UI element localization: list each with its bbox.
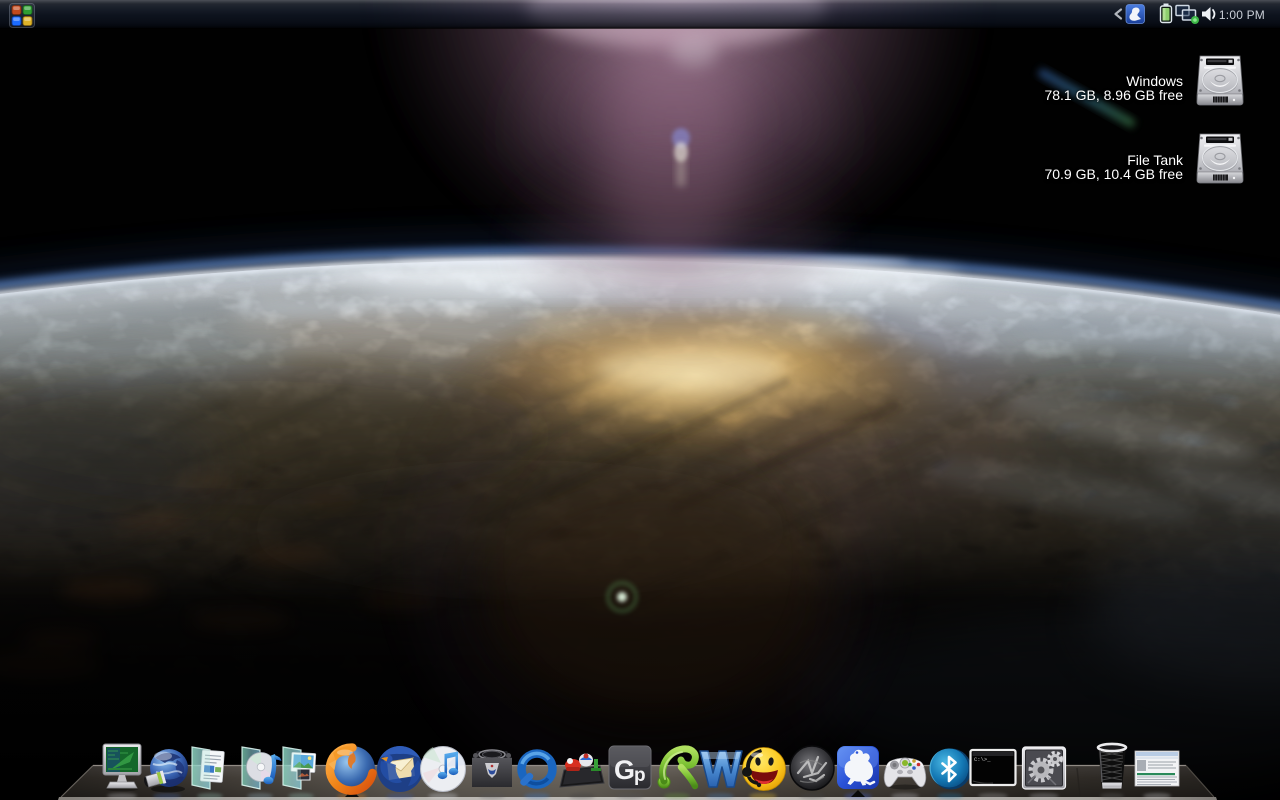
svg-text:p: p [634, 765, 646, 786]
svg-text:G: G [614, 755, 635, 785]
svg-text:C:\>_: C:\>_ [974, 756, 991, 763]
